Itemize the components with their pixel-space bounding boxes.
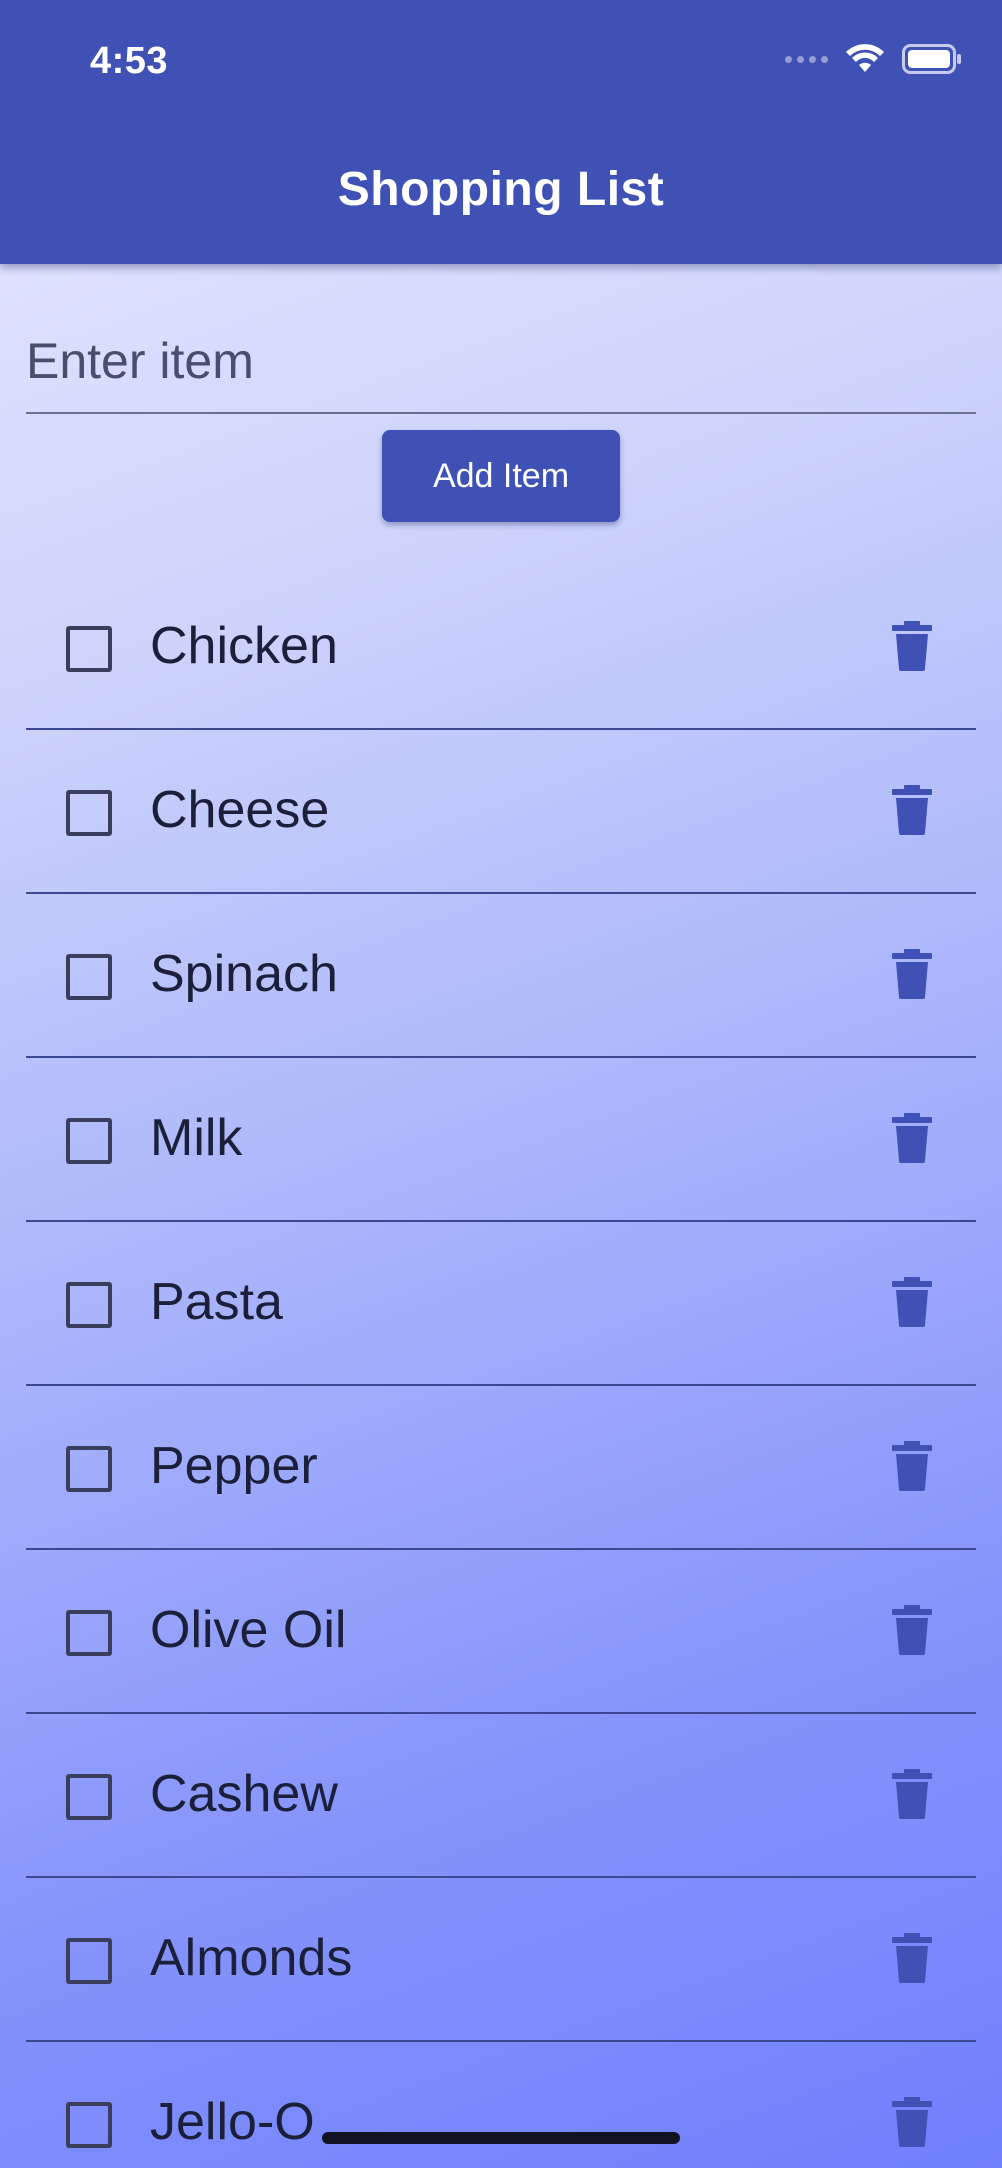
list-item: Pasta — [26, 1222, 976, 1386]
trash-icon[interactable] — [884, 782, 940, 838]
item-input-field — [26, 310, 976, 414]
item-checkbox[interactable] — [66, 954, 112, 1000]
list-item: Spinach — [26, 894, 976, 1058]
trash-icon[interactable] — [884, 618, 940, 674]
cellular-signal-icon — [785, 55, 828, 63]
item-checkbox[interactable] — [66, 626, 112, 672]
status-icons — [785, 44, 962, 74]
item-checkbox[interactable] — [66, 1610, 112, 1656]
item-label: Cashew — [150, 1765, 338, 1823]
item-label: Pepper — [150, 1437, 318, 1495]
item-checkbox[interactable] — [66, 790, 112, 836]
item-checkbox[interactable] — [66, 1446, 112, 1492]
home-indicator[interactable] — [322, 2132, 680, 2144]
battery-icon — [902, 44, 961, 74]
item-checkbox[interactable] — [66, 1118, 112, 1164]
app-title: Shopping List — [337, 163, 665, 216]
trash-icon[interactable] — [884, 1438, 940, 1494]
status-time: 4:53 — [90, 40, 169, 82]
list-item: Olive Oil — [26, 1550, 976, 1714]
list-item: Milk — [26, 1058, 976, 1222]
shopping-list: Chicken Cheese Spinach Milk Pasta Pepper… — [26, 566, 976, 2168]
app-bar: 4:53 Shopping List — [0, 0, 1002, 264]
list-item: Chicken — [26, 566, 976, 730]
item-label: Pasta — [150, 1273, 283, 1331]
item-checkbox[interactable] — [66, 1938, 112, 1984]
item-label: Milk — [150, 1109, 243, 1167]
item-label: Spinach — [150, 945, 338, 1003]
trash-icon[interactable] — [884, 1110, 940, 1166]
app-screen: 4:53 Shopping List Add Item Chicken — [0, 0, 1002, 2168]
list-item: Pepper — [26, 1386, 976, 1550]
trash-icon[interactable] — [884, 1602, 940, 1658]
trash-icon[interactable] — [884, 946, 940, 1002]
list-item: Cashew — [26, 1714, 976, 1878]
add-item-button[interactable]: Add Item — [382, 430, 620, 522]
item-label: Chicken — [150, 617, 338, 675]
item-label: Olive Oil — [150, 1601, 347, 1659]
item-input[interactable] — [26, 310, 976, 412]
list-item: Jello-O — [26, 2042, 976, 2168]
item-label: Jello-O — [150, 2093, 315, 2151]
trash-icon[interactable] — [884, 2094, 940, 2150]
trash-icon[interactable] — [884, 1930, 940, 1986]
list-item: Almonds — [26, 1878, 976, 2042]
trash-icon[interactable] — [884, 1274, 940, 1330]
item-checkbox[interactable] — [66, 2102, 112, 2148]
list-item: Cheese — [26, 730, 976, 894]
item-checkbox[interactable] — [66, 1282, 112, 1328]
trash-icon[interactable] — [884, 1766, 940, 1822]
item-label: Cheese — [150, 781, 330, 839]
item-label: Almonds — [150, 1929, 353, 1987]
item-checkbox[interactable] — [66, 1774, 112, 1820]
wifi-icon — [846, 44, 884, 72]
